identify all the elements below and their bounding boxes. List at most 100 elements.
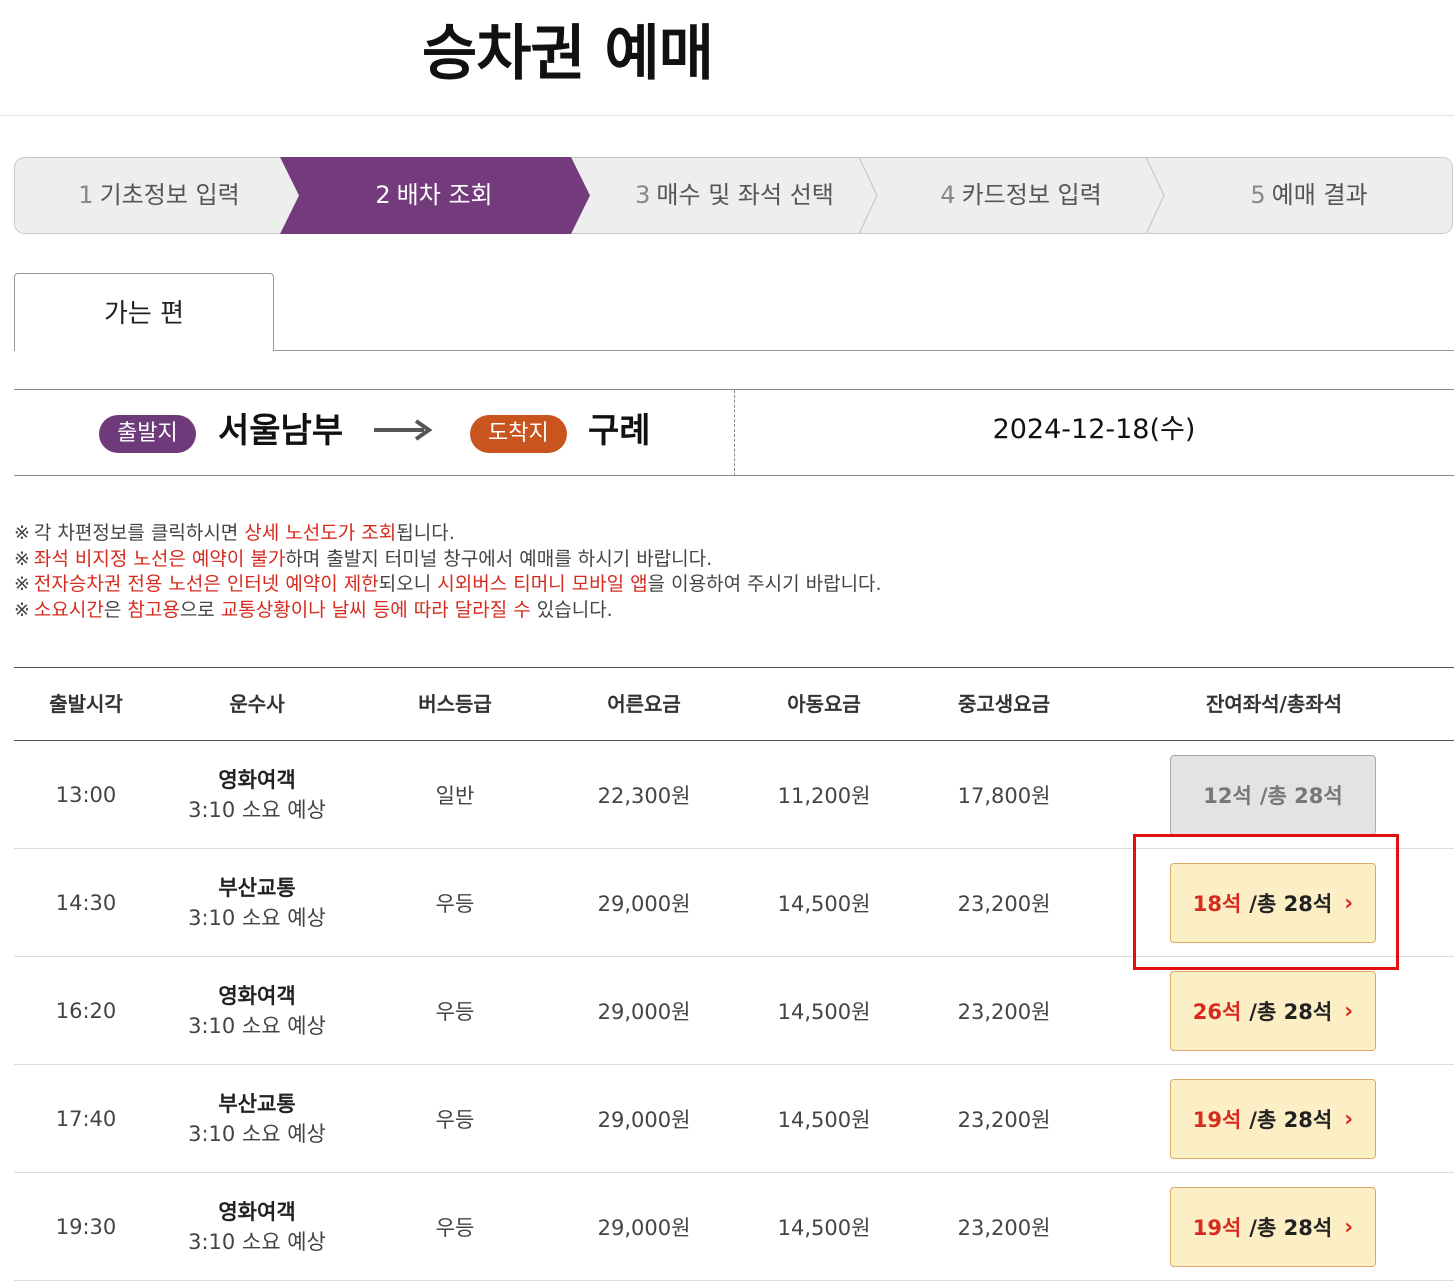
header-departure-time: 출발시각: [49, 692, 123, 716]
student-fare: 23,200원: [957, 1215, 1051, 1240]
departure-city: 서울남부: [218, 411, 344, 451]
chevron-right-icon: ›: [1344, 998, 1354, 1024]
company-name: 부산교통: [218, 875, 296, 900]
arrow-right-icon: [374, 419, 433, 441]
notice-line: ※ 각 차편정보를 클릭하시면 상세 노선도가 조회됩니다.: [14, 521, 882, 547]
departure-time: 13:00: [55, 782, 117, 807]
seat-select-button[interactable]: 26석/총 28석 ›: [1170, 971, 1376, 1051]
child-fare: 14,500원: [777, 999, 871, 1024]
tab-outbound[interactable]: 가는 편: [14, 273, 274, 351]
departure-time: 17:40: [55, 1106, 117, 1131]
notice-line: ※ 소요시간은 참고용으로 교통상황이나 날씨 등에 따라 달라질 수 있습니다.: [14, 598, 882, 624]
notice-text: 되오니: [378, 573, 438, 595]
page-title: 승차권 예매: [422, 19, 714, 89]
notice-line: ※ 좌석 비지정 노선은 예약이 불가하며 출발지 터미널 창구에서 예매를 하시…: [14, 547, 882, 573]
arrival-city: 구례: [588, 411, 651, 451]
trip-duration: 3:10 소요 예상: [188, 905, 326, 930]
notice-highlight-text: 교통상황이나 날씨 등에 따라 달라질 수: [220, 598, 531, 621]
company-cell: 영화여객 3:10 소요 예상: [158, 741, 356, 848]
company-name: 영화여객: [218, 983, 296, 1008]
notice-text: 됩니다.: [396, 522, 455, 544]
child-fare: 11,200원: [777, 783, 871, 808]
remaining-seats: 19석: [1192, 1216, 1242, 1240]
total-seats: /총 28석: [1249, 1108, 1333, 1132]
arrival-badge: 도착지: [470, 415, 567, 453]
child-fare: 14,500원: [777, 1215, 871, 1240]
header-divider: [0, 115, 1454, 116]
total-seats: /총 28석: [1249, 1216, 1333, 1240]
company-name: 영화여객: [218, 1199, 296, 1224]
seat-select-button[interactable]: 19석/총 28석 ›: [1170, 1079, 1376, 1159]
notice-highlight-text: 전자승차권 전용 노선은 인터넷 예약이 제한: [33, 573, 379, 595]
notice-text: 으로: [179, 598, 221, 621]
table-row[interactable]: 16:20 우등 29,000원 14,500원 23,200원 영화여객 3:10 소요 …: [14, 957, 1454, 1065]
student-fare: 23,200원: [957, 891, 1051, 916]
notice-text: 은: [103, 598, 128, 621]
header-company: 운수사: [229, 692, 285, 716]
total-seats: /총 28석: [1259, 784, 1343, 808]
company-cell: 영화여객 3:10 소요 예상: [158, 957, 356, 1064]
table-header: 출발시각 운수사 버스등급 어른요금 아동요금 중고생요금 잔여좌석/총좌석: [14, 667, 1454, 741]
notice-highlight-text: 상세 노선도가 조회: [244, 522, 397, 544]
header-seats: 잔여좌석/총좌석: [1205, 692, 1343, 716]
adult-fare: 29,000원: [597, 999, 691, 1024]
step-2: 2 배차 조회: [375, 181, 493, 209]
child-fare: 14,500원: [777, 1107, 871, 1132]
table-row[interactable]: 17:40 우등 29,000원 14,500원 23,200원 부산교통 3:10 소요 …: [14, 1065, 1454, 1173]
departure-time: 16:20: [55, 998, 117, 1023]
remaining-seats: 26석: [1192, 1000, 1242, 1024]
header-child-fare: 아동요금: [787, 692, 861, 716]
student-fare: 17,800원: [957, 783, 1051, 808]
notice-list: ※ 각 차편정보를 클릭하시면 상세 노선도가 조회됩니다. ※ 좌석 비지정 노선은…: [14, 521, 882, 623]
notice-mark: ※: [14, 598, 30, 621]
bus-grade: 우등: [435, 1107, 475, 1132]
route-summary: 출발지 서울남부 도착지 구례 2024-12-18(수): [14, 389, 1454, 476]
student-fare: 23,200원: [957, 1107, 1051, 1132]
notice-highlight-text: 좌석 비지정 노선은 예약이 불가: [33, 547, 286, 570]
trip-duration: 3:10 소요 예상: [188, 1121, 326, 1146]
notice-mark: ※: [14, 522, 30, 544]
student-fare: 23,200원: [957, 999, 1051, 1024]
notice-text: 각 차편정보를 클릭하시면: [33, 522, 245, 544]
notice-text: 있습니다.: [530, 598, 613, 621]
table-row[interactable]: 19:30 우등 29,000원 14,500원 23,200원 영화여객 3:10 소요 …: [14, 1173, 1454, 1281]
remaining-seats: 19석: [1192, 1108, 1242, 1132]
chevron-right-icon: ›: [1344, 1214, 1354, 1240]
header-adult-fare: 어른요금: [607, 692, 681, 716]
total-seats: /총 28석: [1249, 1000, 1333, 1024]
notice-line: ※ 전자승차권 전용 노선은 인터넷 예약이 제한되오니 시외버스 티머니 모바일…: [14, 572, 882, 598]
company-cell: 부산교통 3:10 소요 예상: [158, 1065, 356, 1172]
notice-text: 을 이용하여 주시기 바랍니다.: [647, 573, 882, 595]
bus-grade: 일반: [435, 783, 475, 808]
step-progress-bar: 1 기초정보 입력 2 배차 조회 3 매수 및 좌석 선택 4 카드정보 입력 5 예매…: [14, 157, 1453, 234]
child-fare: 14,500원: [777, 891, 871, 916]
header-student-fare: 중고생요금: [958, 692, 1050, 716]
header-bus-grade: 버스등급: [418, 692, 492, 716]
departure-date: 2024-12-18(수): [992, 414, 1196, 445]
schedule-table: 출발시각 운수사 버스등급 어른요금 아동요금 중고생요금 잔여좌석/총좌석 1…: [14, 667, 1454, 1281]
trip-duration: 3:10 소요 예상: [188, 1229, 326, 1254]
departure-time: 14:30: [55, 890, 117, 915]
chevron-right-icon: ›: [1344, 1106, 1354, 1132]
annotation-highlight-box: [1133, 834, 1399, 970]
step-3: 3 매수 및 좌석 선택: [635, 181, 834, 209]
seat-select-button[interactable]: 19석/총 28석 ›: [1170, 1187, 1376, 1267]
departure-badge: 출발지: [99, 415, 196, 453]
adult-fare: 22,300원: [597, 783, 691, 808]
company-cell: 영화여객 3:10 소요 예상: [158, 1173, 356, 1280]
step-4: 4 카드정보 입력: [940, 181, 1102, 209]
notice-mark: ※: [14, 547, 30, 570]
notice-text: 하며 출발지 터미널 창구에서 예매를 하시기 바랍니다.: [285, 547, 713, 570]
company-cell: 부산교통 3:10 소요 예상: [158, 849, 356, 956]
trip-duration: 3:10 소요 예상: [188, 797, 326, 822]
table-row[interactable]: 13:00 일반 22,300원 11,200원 17,800원 영화여객 3:10 소요 …: [14, 741, 1454, 849]
adult-fare: 29,000원: [597, 1107, 691, 1132]
trip-duration: 3:10 소요 예상: [188, 1013, 326, 1038]
bus-grade: 우등: [435, 891, 475, 916]
bus-grade: 우등: [435, 1215, 475, 1240]
notice-highlight-text: 참고용: [127, 598, 180, 621]
remaining-seats: 12석: [1203, 784, 1252, 808]
company-name: 영화여객: [218, 767, 296, 792]
notice-highlight-text: 시외버스 티머니 모바일 앱: [437, 573, 648, 595]
company-name: 부산교통: [218, 1091, 296, 1116]
